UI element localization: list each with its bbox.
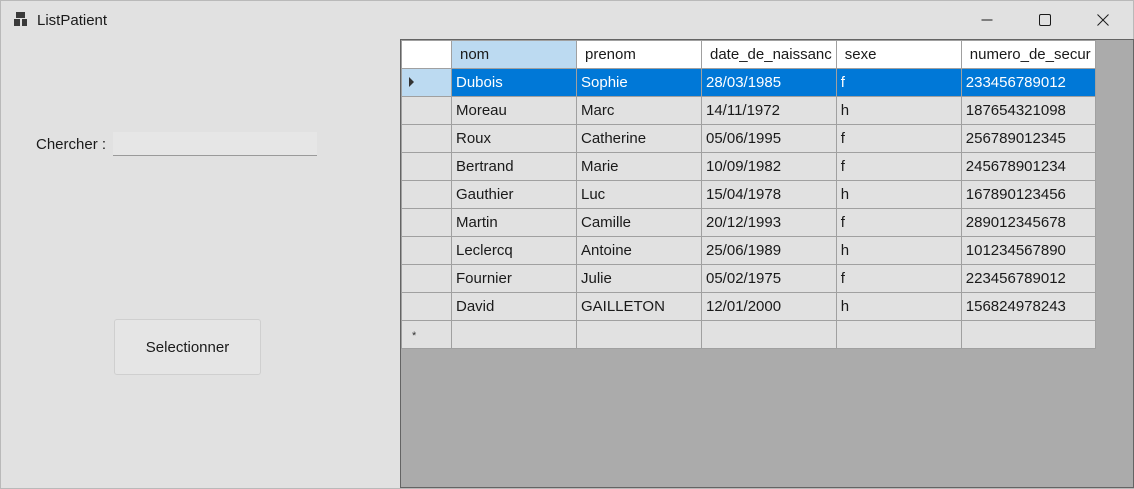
table-row[interactable]: Roux Catherine 05/06/1995 f 256789012345 bbox=[401, 124, 1096, 153]
table-cell[interactable]: Julie bbox=[576, 264, 702, 293]
table-cell[interactable]: 28/03/1985 bbox=[701, 68, 837, 97]
table-cell[interactable]: Leclercq bbox=[451, 236, 577, 265]
table-cell[interactable]: Dubois bbox=[451, 68, 577, 97]
table-cell[interactable]: f bbox=[835, 152, 962, 181]
table-cell[interactable]: 245678901234 bbox=[960, 152, 1096, 181]
window-title: ListPatient bbox=[37, 12, 108, 29]
search-label: Chercher : bbox=[36, 136, 107, 153]
table-cell[interactable]: 14/11/1972 bbox=[701, 96, 837, 125]
title-bar[interactable]: ListPatient bbox=[1, 1, 1133, 39]
minimize-icon bbox=[981, 19, 993, 21]
table-row[interactable]: Moreau Marc 14/11/1972 h 187654321098 bbox=[401, 96, 1096, 125]
table-cell[interactable]: h bbox=[835, 236, 962, 265]
table-cell[interactable]: Moreau bbox=[451, 96, 577, 125]
table-cell[interactable]: Fournier bbox=[451, 264, 577, 293]
row-header-cell[interactable] bbox=[401, 96, 452, 125]
table-cell[interactable]: h bbox=[835, 96, 962, 125]
table-cell[interactable]: f bbox=[835, 68, 962, 97]
table-cell[interactable]: 05/02/1975 bbox=[701, 264, 837, 293]
row-header-cell[interactable] bbox=[401, 236, 452, 265]
app-icon bbox=[13, 12, 29, 28]
table-cell[interactable]: Sophie bbox=[576, 68, 702, 97]
table-row[interactable]: Fournier Julie 05/02/1975 f 223456789012 bbox=[401, 264, 1096, 293]
table-cell[interactable]: David bbox=[451, 292, 577, 321]
table-cell[interactable] bbox=[451, 320, 577, 349]
column-header-nom[interactable]: nom bbox=[451, 40, 577, 69]
row-header-cell[interactable] bbox=[401, 208, 452, 237]
table-cell[interactable]: 101234567890 bbox=[960, 236, 1096, 265]
table-row[interactable]: David GAILLETON 12/01/2000 h 156824978243 bbox=[401, 292, 1096, 321]
window: ListPatient Chercher : Selectionner nom … bbox=[0, 0, 1134, 489]
table-cell[interactable]: 12/01/2000 bbox=[701, 292, 837, 321]
column-header-sexe[interactable]: sexe bbox=[835, 40, 962, 69]
maximize-button[interactable] bbox=[1016, 1, 1074, 39]
corner-header-cell[interactable] bbox=[401, 40, 452, 69]
table-row[interactable]: Dubois Sophie 28/03/1985 f 233456789012 bbox=[401, 68, 1096, 97]
table-row[interactable]: Martin Camille 20/12/1993 f 289012345678 bbox=[401, 208, 1096, 237]
table-cell[interactable]: f bbox=[835, 264, 962, 293]
table-row[interactable]: Gauthier Luc 15/04/1978 h 167890123456 bbox=[401, 180, 1096, 209]
column-header-date-de-naissance[interactable]: date_de_naissanc bbox=[701, 40, 837, 69]
table-cell[interactable] bbox=[701, 320, 837, 349]
table-cell[interactable]: 167890123456 bbox=[960, 180, 1096, 209]
select-button[interactable]: Selectionner bbox=[114, 319, 261, 375]
table-cell[interactable]: Antoine bbox=[576, 236, 702, 265]
table-cell[interactable] bbox=[835, 320, 962, 349]
table-cell[interactable]: 25/06/1989 bbox=[701, 236, 837, 265]
table-cell[interactable]: 187654321098 bbox=[960, 96, 1096, 125]
table-cell[interactable]: 20/12/1993 bbox=[701, 208, 837, 237]
new-row[interactable]: * bbox=[401, 320, 1096, 349]
table-row[interactable]: Bertrand Marie 10/09/1982 f 245678901234 bbox=[401, 152, 1096, 181]
minimize-button[interactable] bbox=[958, 1, 1016, 39]
triangle-right-icon bbox=[409, 77, 414, 87]
header-row: nom prenom date_de_naissanc sexe numero_… bbox=[401, 40, 1096, 69]
asterisk-icon: * bbox=[412, 330, 417, 342]
table-cell[interactable]: Luc bbox=[576, 180, 702, 209]
table-cell[interactable]: f bbox=[835, 208, 962, 237]
close-button[interactable] bbox=[1074, 1, 1132, 39]
row-header-cell[interactable] bbox=[401, 292, 452, 321]
table-cell[interactable]: f bbox=[835, 124, 962, 153]
table-cell[interactable] bbox=[576, 320, 702, 349]
table-cell[interactable]: 10/09/1982 bbox=[701, 152, 837, 181]
row-header-cell[interactable] bbox=[401, 180, 452, 209]
table-cell[interactable]: 289012345678 bbox=[960, 208, 1096, 237]
table-cell[interactable] bbox=[960, 320, 1096, 349]
close-icon bbox=[1097, 14, 1109, 26]
table-cell[interactable]: Gauthier bbox=[451, 180, 577, 209]
table-cell[interactable]: 156824978243 bbox=[960, 292, 1096, 321]
table-row[interactable]: Leclercq Antoine 25/06/1989 h 101234567890 bbox=[401, 236, 1096, 265]
table-cell[interactable]: 15/04/1978 bbox=[701, 180, 837, 209]
table-cell[interactable]: h bbox=[835, 180, 962, 209]
maximize-icon bbox=[1039, 14, 1051, 26]
table-cell[interactable]: GAILLETON bbox=[576, 292, 702, 321]
table-cell[interactable]: Catherine bbox=[576, 124, 702, 153]
table-cell[interactable]: Marc bbox=[576, 96, 702, 125]
row-header-cell[interactable] bbox=[401, 68, 452, 97]
row-header-cell[interactable] bbox=[401, 152, 452, 181]
table-cell[interactable]: Roux bbox=[451, 124, 577, 153]
patient-table[interactable]: nom prenom date_de_naissanc sexe numero_… bbox=[401, 40, 1096, 349]
row-header-cell[interactable]: * bbox=[401, 320, 452, 349]
table-cell[interactable]: 05/06/1995 bbox=[701, 124, 837, 153]
table-cell[interactable]: 233456789012 bbox=[960, 68, 1096, 97]
table-cell[interactable]: Camille bbox=[576, 208, 702, 237]
table-cell[interactable]: 223456789012 bbox=[960, 264, 1096, 293]
row-header-cell[interactable] bbox=[401, 264, 452, 293]
table-cell[interactable]: h bbox=[835, 292, 962, 321]
column-header-prenom[interactable]: prenom bbox=[576, 40, 702, 69]
table-cell[interactable]: Martin bbox=[451, 208, 577, 237]
patient-grid[interactable]: nom prenom date_de_naissanc sexe numero_… bbox=[400, 39, 1134, 488]
table-cell[interactable]: Marie bbox=[576, 152, 702, 181]
row-header-cell[interactable] bbox=[401, 124, 452, 153]
search-input[interactable] bbox=[113, 132, 317, 156]
table-cell[interactable]: Bertrand bbox=[451, 152, 577, 181]
table-cell[interactable]: 256789012345 bbox=[960, 124, 1096, 153]
column-header-numero-de-securite[interactable]: numero_de_secur bbox=[960, 40, 1096, 69]
